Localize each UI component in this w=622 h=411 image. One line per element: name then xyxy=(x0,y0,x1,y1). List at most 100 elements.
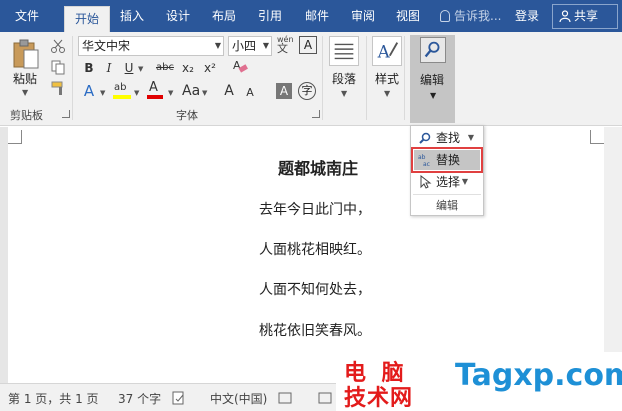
chevron-down-icon: ▼ xyxy=(430,91,437,100)
tab-home[interactable]: 开始 xyxy=(64,6,110,32)
person-icon xyxy=(559,10,571,22)
language-indicator[interactable]: 中文(中国) xyxy=(210,390,267,407)
font-size-box[interactable]: 小四 ▼ xyxy=(228,36,272,56)
menu-item-find[interactable]: 查找 ▼ xyxy=(414,128,480,148)
font-launcher[interactable] xyxy=(312,110,320,118)
clipboard-launcher[interactable] xyxy=(62,110,70,118)
divider xyxy=(404,36,405,120)
styles-button[interactable]: 样式 xyxy=(375,70,399,87)
character-shading-icon[interactable]: A xyxy=(276,83,292,99)
chevron-down-icon: ▼ xyxy=(461,177,468,186)
chevron-down-icon[interactable]: ▼ xyxy=(134,89,139,97)
chevron-down-icon[interactable]: ▼ xyxy=(384,89,390,98)
editing-button[interactable]: 编辑 ▼ xyxy=(410,35,455,123)
tab-references[interactable]: 引用 xyxy=(250,0,290,32)
poem-title: 题都城南庄 xyxy=(277,159,358,178)
italic-button[interactable]: I xyxy=(102,59,116,77)
chevron-down-icon: ▼ xyxy=(214,41,221,50)
font-name-value: 华文中宋 xyxy=(82,39,131,53)
chevron-down-icon[interactable]: ▼ xyxy=(100,89,105,97)
paste-icon[interactable] xyxy=(12,38,40,70)
document-page[interactable]: 题都城南庄 去年今日此门中， 人面桃花相映红。 人面不知何处去， 桃花依旧笑春风… xyxy=(8,127,604,383)
tab-file[interactable]: 文件 xyxy=(4,0,50,32)
watermark-logo: Tagxp.com xyxy=(455,358,622,393)
crop-mark xyxy=(590,130,604,144)
poem-line: 桃花依旧笑春风。 xyxy=(259,323,371,339)
macro-record-icon[interactable] xyxy=(278,391,292,405)
tab-view[interactable]: 视图 xyxy=(388,0,428,32)
divider xyxy=(72,36,73,120)
cursor-arrow-icon xyxy=(420,175,432,189)
login-link[interactable]: 登录 xyxy=(515,0,539,32)
watermark-text: 技术网 xyxy=(344,386,414,411)
chevron-down-icon[interactable]: ▼ xyxy=(138,65,143,73)
share-label: 共享 xyxy=(574,9,599,23)
chevron-down-icon[interactable]: ▼ xyxy=(168,89,173,97)
title-tab-bar: 文件 开始 插入 设计 布局 引用 邮件 审阅 视图 告诉我... 登录 共享 xyxy=(0,0,622,32)
clipboard-group-label: 剪贴板 xyxy=(10,109,43,122)
shrink-font-button[interactable]: A xyxy=(244,84,256,102)
paragraph-icon[interactable] xyxy=(329,36,359,66)
proofing-icon[interactable] xyxy=(172,391,186,405)
poem-line: 人面不知何处去， xyxy=(259,282,371,298)
poem-line: 人面桃花相映红。 xyxy=(259,242,371,258)
clear-formatting-icon[interactable]: A xyxy=(232,58,248,74)
replace-icon: abac xyxy=(418,154,430,167)
chevron-down-icon: ▼ xyxy=(262,41,269,50)
divider xyxy=(322,36,323,120)
tab-insert[interactable]: 插入 xyxy=(112,0,152,32)
svg-text:A: A xyxy=(377,42,391,62)
paste-button[interactable]: 粘贴 xyxy=(13,70,37,87)
text-effects-button[interactable]: A xyxy=(80,82,98,100)
ribbon: 粘贴 ▼ 剪贴板 华文中宋 ▼ 小四 ▼ wén 文 A B I U ▼ abc x₂… xyxy=(0,32,622,126)
grow-font-button[interactable]: A xyxy=(222,82,236,100)
bold-button[interactable]: B xyxy=(82,59,96,77)
divider xyxy=(413,194,481,195)
font-name-box[interactable]: 华文中宋 ▼ xyxy=(78,36,224,56)
menu-footer-label: 编辑 xyxy=(436,199,458,212)
format-painter-icon[interactable] xyxy=(50,80,66,96)
change-case-button[interactable]: Aa xyxy=(182,82,200,100)
font-color-button[interactable]: A xyxy=(147,80,163,100)
chevron-down-icon[interactable]: ▼ xyxy=(202,89,207,97)
superscript-button[interactable]: x² xyxy=(202,59,218,77)
page-count[interactable]: 第 1 页，共 1 页 xyxy=(8,390,99,407)
svg-text:ab: ab xyxy=(418,154,426,161)
divider xyxy=(366,36,367,120)
tab-mailings[interactable]: 邮件 xyxy=(297,0,337,32)
search-icon xyxy=(420,37,446,63)
menu-item-replace[interactable]: ab ac 替换 xyxy=(411,147,483,173)
tell-me-box[interactable]: 告诉我... xyxy=(440,0,501,32)
lightbulb-icon xyxy=(440,10,450,22)
tab-layout[interactable]: 布局 xyxy=(204,0,244,32)
word-count[interactable]: 37 个字 xyxy=(118,390,161,407)
character-border-icon[interactable]: A xyxy=(299,36,317,54)
underline-button[interactable]: U xyxy=(122,59,136,77)
editing-label: 编辑 xyxy=(420,73,445,87)
read-mode-icon[interactable] xyxy=(318,391,332,405)
replace-label: 替换 xyxy=(436,153,461,167)
chevron-down-icon[interactable]: ▼ xyxy=(341,89,347,98)
highlight-button[interactable]: ab xyxy=(113,82,131,100)
phonetic-guide-icon[interactable]: wén 文 xyxy=(277,35,294,54)
svg-text:ac: ac xyxy=(423,161,430,167)
cut-icon[interactable] xyxy=(50,38,66,54)
font-size-value: 小四 xyxy=(232,39,257,53)
copy-icon[interactable] xyxy=(50,59,66,75)
menu-item-select[interactable]: 选择 ▼ xyxy=(414,172,480,192)
strikethrough-button[interactable]: abc xyxy=(154,59,176,77)
tab-review[interactable]: 审阅 xyxy=(343,0,383,32)
subscript-button[interactable]: x₂ xyxy=(180,59,196,77)
paragraph-button[interactable]: 段落 xyxy=(332,70,356,87)
styles-icon[interactable]: A xyxy=(372,36,402,66)
vertical-scrollbar[interactable] xyxy=(604,127,622,383)
enclose-characters-icon[interactable]: 字 xyxy=(298,82,316,100)
share-button[interactable]: 共享 xyxy=(552,4,618,29)
select-label: 选择 xyxy=(436,175,461,189)
find-label: 查找 xyxy=(436,131,461,145)
tab-design[interactable]: 设计 xyxy=(158,0,198,32)
poem-line: 去年今日此门中， xyxy=(259,202,371,218)
tell-me-text: 告诉我... xyxy=(454,9,502,23)
crop-mark xyxy=(8,130,22,144)
paste-dropdown-arrow[interactable]: ▼ xyxy=(22,88,28,97)
